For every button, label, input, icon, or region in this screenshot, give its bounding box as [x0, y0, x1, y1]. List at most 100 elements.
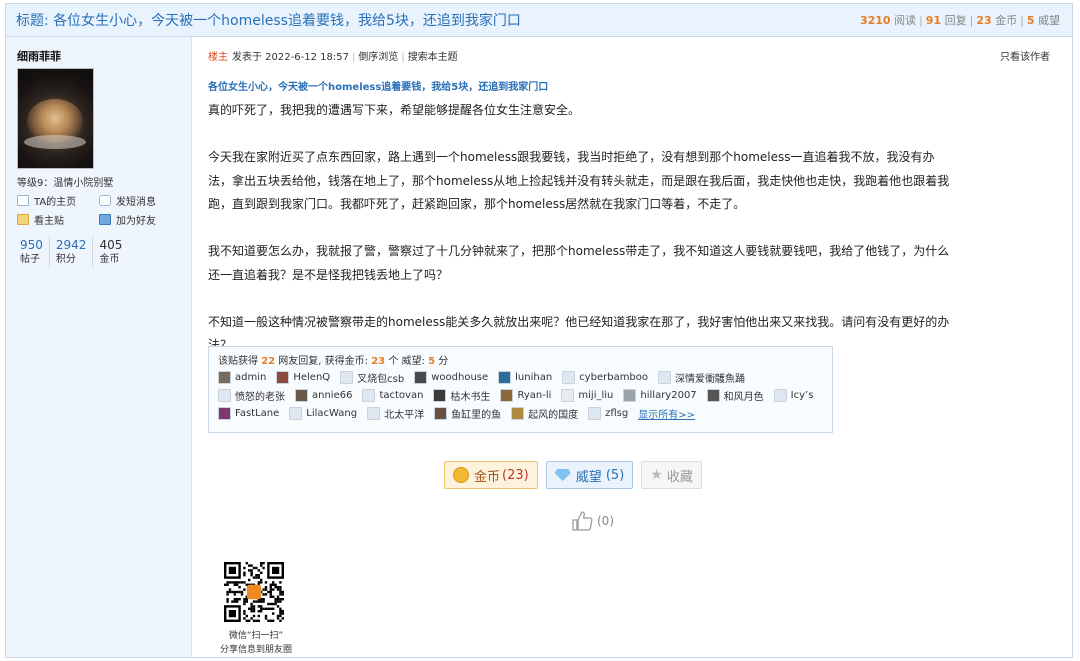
rating-user[interactable]: HelenQ	[276, 368, 330, 386]
rating-user-name: lunihan	[515, 371, 553, 383]
rating-user-name: annie66	[312, 389, 353, 401]
rating-text: 个 威望:	[388, 356, 425, 367]
rating-user[interactable]: 叉烧包csb	[340, 368, 404, 386]
user-avatar	[706, 388, 720, 402]
profile-link-label: TA的主页	[34, 197, 77, 208]
favorite-label: 收藏	[666, 469, 693, 485]
give-prestige-button[interactable]: 威望 (5)	[545, 461, 634, 489]
rating-user[interactable]: 枯木书生	[433, 386, 490, 404]
rating-user-name: 和风月色	[723, 391, 764, 403]
qr-caption: 微信“扫一扫” 分享信息到朋友圈	[216, 629, 296, 657]
rating-user[interactable]: Ryan-li	[500, 386, 551, 404]
author-sidebar: 细雨菲菲 等级9：温情小院别墅 TA的主页 发短消息 看主贴 加为好友 950 帖子 2…	[6, 37, 192, 657]
rating-user[interactable]: woodhouse	[414, 368, 488, 386]
author-counts: 950 帖子 2942 积分 405 金币	[14, 237, 128, 267]
post-paragraph: 今天我在家附近买了点东西回家，路上遇到一个homeless跟我要钱，我当时拒绝了…	[208, 150, 950, 211]
like-count: (0)	[597, 514, 614, 528]
rating-user[interactable]: 和风月色	[706, 386, 764, 404]
rating-user[interactable]: 北太平洋	[367, 404, 424, 422]
avatar[interactable]	[17, 68, 94, 169]
author-level: 等级9：温情小院别墅	[17, 178, 114, 189]
rating-user-name: 枯木书生	[450, 391, 491, 403]
post-time: 发表于 2022-6-12 18:57	[232, 52, 349, 63]
post-meta: 楼主 发表于 2022-6-12 18:57 | 倒序浏览 | 搜索本主题	[208, 52, 458, 63]
thread-title-bar: 标题: 各位女生小心，今天被一个homeless追着要钱，我给5块，还追到我家门…	[6, 4, 1072, 37]
gold-count: 23	[976, 14, 992, 27]
rating-user[interactable]: Icy’s	[773, 386, 813, 404]
reverse-browse-link[interactable]: 倒序浏览	[358, 52, 398, 63]
points-count-box[interactable]: 2942 积分	[48, 237, 93, 267]
rating-user[interactable]: 起风的国度	[511, 404, 578, 422]
user-avatar	[773, 388, 787, 402]
rating-user[interactable]: cyberbamboo	[562, 368, 648, 386]
rating-user-name: HelenQ	[293, 371, 331, 383]
rating-user[interactable]: tactovan	[362, 386, 423, 404]
rating-user-name: 深情爱衝鸌魚踊	[675, 373, 746, 385]
views-label: 阅读	[894, 14, 917, 27]
post-body: 真的吓死了，我把我的遭遇写下来，希望能够提醒各位女生注意安全。 今天我在家附近买…	[208, 99, 953, 358]
author-name[interactable]: 细雨菲菲	[17, 48, 61, 64]
rating-user-name: admin	[235, 371, 267, 383]
user-avatar	[289, 406, 303, 420]
user-avatar	[623, 388, 637, 402]
rating-text: 分	[438, 356, 449, 367]
floor-badge: 楼主	[208, 52, 228, 63]
rating-user[interactable]: miji_liu	[561, 386, 613, 404]
post-subtitle: 各位女生小心，今天被一个homeless追着要钱，我给5块，还追到我家门口	[208, 82, 549, 93]
thread-container: 标题: 各位女生小心，今天被一个homeless追着要钱，我给5块，还追到我家门…	[5, 3, 1073, 658]
rating-box: 该贴获得 22 网友回复, 获得金币: 23 个 威望: 5 分 admin He…	[208, 346, 833, 433]
author-gold-label: 金币	[99, 254, 120, 265]
paragraph-spacer	[208, 287, 953, 311]
user-avatar	[500, 388, 514, 402]
rating-user[interactable]: zflsg	[588, 404, 628, 422]
give-gold-button[interactable]: 金币 (23)	[444, 461, 538, 489]
rating-user[interactable]: 鱼缸里的鱼	[434, 404, 501, 422]
rating-user[interactable]: hillary2007	[623, 386, 697, 404]
qr-caption-line2: 分享信息到朋友圈	[219, 645, 292, 655]
add-friend-label: 加为好友	[116, 216, 156, 227]
message-icon	[99, 195, 111, 206]
add-friend-link[interactable]: 加为好友	[99, 210, 181, 229]
rating-text: 该贴获得	[218, 356, 258, 367]
only-author-link[interactable]: 只看该作者	[1000, 48, 1050, 63]
prestige-label: 威望	[1038, 14, 1060, 27]
qr-caption-line1: 微信“扫一扫”	[228, 631, 284, 641]
user-avatar	[511, 406, 525, 420]
post-actions: 金币 (23) 威望 (5) ★ 收藏	[444, 461, 710, 489]
search-thread-link[interactable]: 搜索本主题	[408, 52, 458, 63]
rating-user[interactable]: 愤怒的老张	[218, 386, 285, 404]
rating-user[interactable]: LilacWang	[289, 404, 357, 422]
rating-user[interactable]: admin	[218, 368, 266, 386]
user-avatar	[276, 370, 290, 384]
qr-code	[224, 562, 284, 622]
thumbs-up-icon	[572, 511, 593, 531]
rating-user-name: woodhouse	[431, 371, 489, 383]
rating-user-name: tactovan	[379, 389, 424, 401]
show-all-link[interactable]: 显示所有>>	[638, 406, 695, 421]
view-posts-link[interactable]: 看主贴	[17, 210, 99, 229]
rating-user-name: 愤怒的老张	[235, 391, 285, 403]
like-button[interactable]: (0)	[570, 509, 614, 533]
rating-users: admin HelenQ 叉烧包csb woodhouse lunihan cyberba…	[218, 368, 828, 422]
give-gold-label: 金币	[474, 469, 501, 485]
favorite-button[interactable]: ★ 收藏	[641, 461, 702, 489]
rating-user[interactable]: lunihan	[498, 368, 552, 386]
post-paragraph: 我不知道要怎么办，我就报了警，警察过了十几分钟就来了，把那个homeless带走…	[208, 244, 950, 282]
posts-count-box[interactable]: 950 帖子	[14, 237, 49, 267]
user-avatar	[562, 370, 576, 384]
post-main: 楼主 发表于 2022-6-12 18:57 | 倒序浏览 | 搜索本主题 只看该作者 各…	[208, 37, 1072, 657]
paragraph-spacer	[208, 217, 953, 241]
send-message-link[interactable]: 发短消息	[99, 191, 181, 210]
rating-user[interactable]: annie66	[295, 386, 352, 404]
profile-link[interactable]: TA的主页	[17, 191, 99, 210]
user-avatar	[561, 388, 575, 402]
rating-user[interactable]: FastLane	[218, 404, 279, 422]
user-avatar	[434, 406, 448, 420]
rating-user-name: 北太平洋	[384, 409, 425, 421]
coin-icon	[453, 467, 469, 483]
post-paragraph: 真的吓死了，我把我的遭遇写下来，希望能够提醒各位女生注意安全。	[208, 103, 581, 117]
rating-user[interactable]: 深情爱衝鸌魚踊	[658, 368, 745, 386]
rating-user-name: 鱼缸里的鱼	[451, 409, 502, 421]
author-gold-count: 405	[99, 238, 123, 252]
user-avatar	[218, 406, 231, 420]
